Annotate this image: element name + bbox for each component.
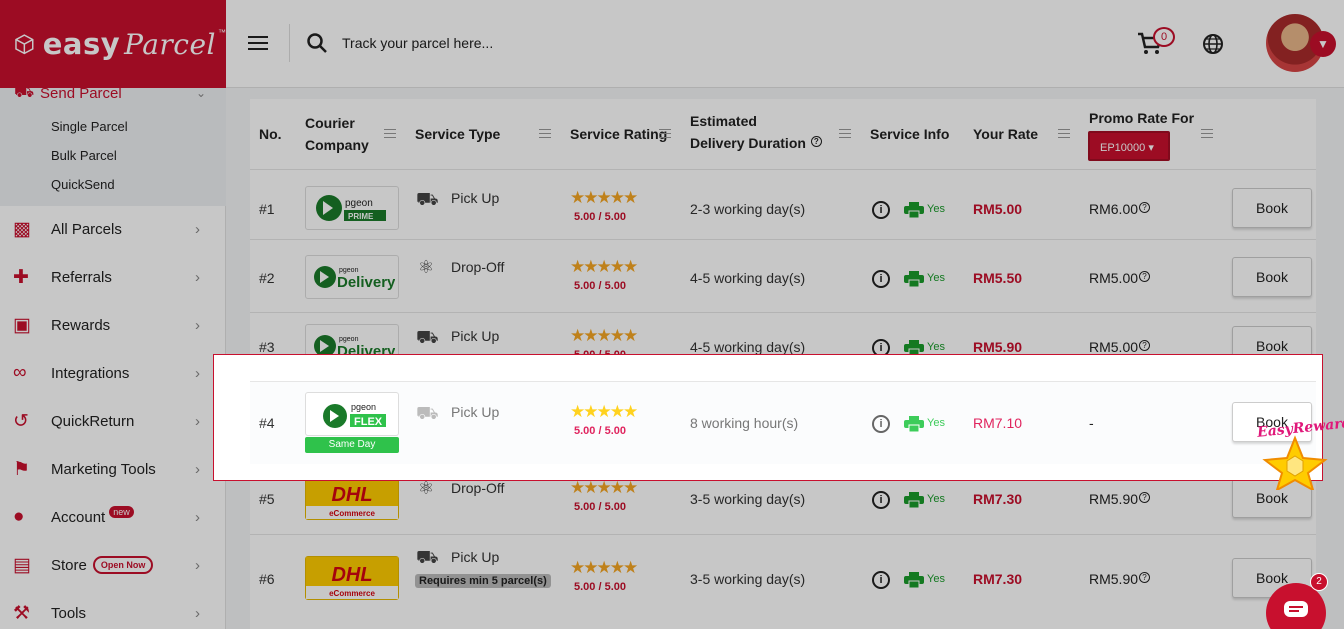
highlight-frame [213, 354, 1323, 481]
overlay-dim [0, 481, 1344, 629]
overlay-dim [0, 354, 213, 481]
chat-count-badge: 2 [1310, 573, 1328, 591]
overlay-dim [0, 0, 1344, 354]
